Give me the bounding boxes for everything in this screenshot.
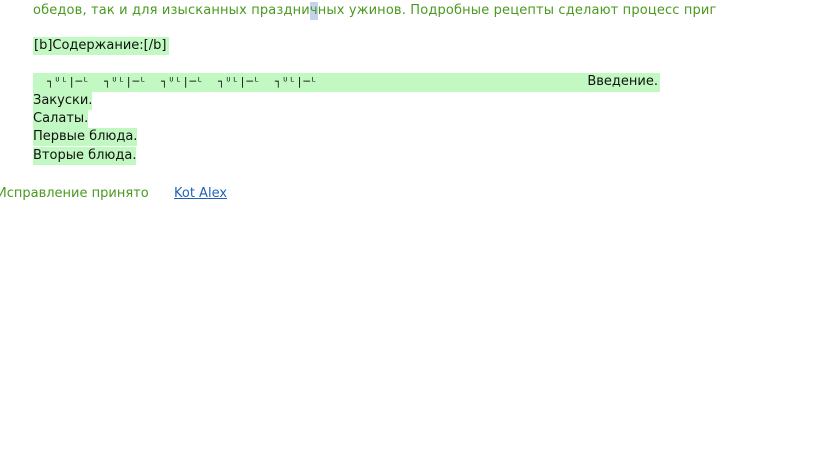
- toc-item-second-courses: Вторые блюда.: [33, 147, 137, 165]
- toc-glyph-sequence: ┐ᵁᴸ|─ᴸ ┐ᵁᴸ|─ᴸ ┐ᵁᴸ|─ᴸ ┐ᵁᴸ|─ᴸ ┐ᵁᴸ|─ᴸ: [47, 75, 318, 88]
- text-caret-highlight: ч: [309, 2, 318, 20]
- toc-item-introduction: Введение.: [587, 74, 658, 89]
- toc-heading-text: [b]Содержание:[/b]: [34, 38, 167, 53]
- author-link[interactable]: Kot Alex: [174, 185, 227, 203]
- toc-item-first-courses: Первые блюда.: [33, 128, 138, 146]
- intro-paragraph-line: обедов, так и для изысканных праздничных…: [33, 2, 716, 20]
- toc-item-appetizers: Закуски.: [33, 92, 93, 110]
- intro-text-before: обедов, так и для изысканных праздни: [33, 3, 310, 18]
- toc-heading: [b]Содержание:[/b]: [33, 37, 170, 55]
- intro-text-after: ных ужинов. Подробные рецепты сделают пр…: [317, 3, 717, 18]
- edit-status-text: Исправление принято: [0, 186, 149, 201]
- toc-intro-row: ┐ᵁᴸ|─ᴸ ┐ᵁᴸ|─ᴸ ┐ᵁᴸ|─ᴸ ┐ᵁᴸ|─ᴸ ┐ᵁᴸ|─ᴸ Введе…: [33, 73, 660, 92]
- toc-item-salads: Салаты.: [33, 110, 89, 128]
